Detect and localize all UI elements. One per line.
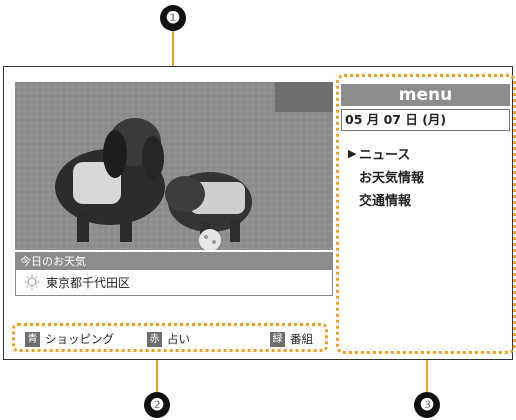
menu-item-label: お天気情報 [359,171,425,186]
menu-item-label: 交通情報 [359,194,412,209]
callout-3-badge: ❸ [414,392,440,418]
menu-list: ▶ ニュース お天気情報 交通情報 [348,142,424,211]
menu-header: menu [341,84,510,106]
dogs-photo [15,82,333,250]
weather-panel: 今日のお天気 東京都千代田区 [15,252,333,296]
video-area [15,82,333,250]
weather-title: 今日のお天気 [16,253,332,270]
blue-button-badge: 青 [25,331,40,347]
green-button[interactable]: 緑 番組 [270,331,313,347]
blue-button[interactable]: 青 ショッピング [25,331,114,347]
menu-item-label: ニュース [359,148,411,163]
green-button-badge: 緑 [270,331,285,347]
green-button-label: 番組 [290,332,313,346]
callout-2-badge: ❷ [144,392,170,418]
selection-cursor-icon: ▶ [348,147,357,160]
menu-item-news[interactable]: ▶ ニュース [348,142,424,165]
callout-1-badge: ❶ [160,5,186,31]
weather-location: 東京都千代田区 [46,275,131,290]
color-button-bar: 青 ショッピング 赤 占い 緑 番組 [12,323,328,352]
menu-item-traffic[interactable]: 交通情報 [348,188,424,211]
red-button[interactable]: 赤 占い [147,331,190,347]
weather-row: 東京都千代田区 [16,270,332,294]
menu-date: 05 月 07 日 (月) [341,109,510,131]
menu-item-weather[interactable]: お天気情報 [348,165,424,188]
red-button-badge: 赤 [147,331,162,347]
sun-icon [24,274,40,290]
blue-button-label: ショッピング [45,332,114,346]
red-button-label: 占い [167,332,190,346]
